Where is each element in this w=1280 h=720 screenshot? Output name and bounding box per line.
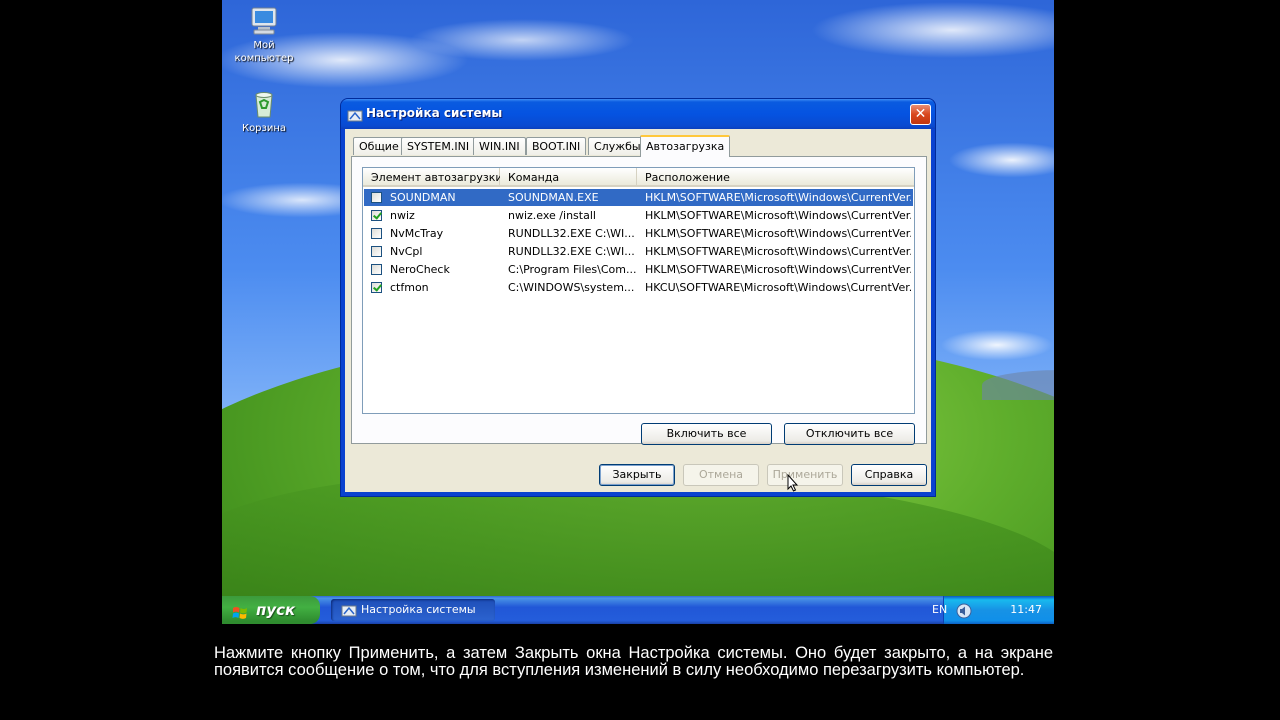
- enable-all-button[interactable]: Включить все: [641, 423, 772, 445]
- tab-win-ini[interactable]: WIN.INI: [473, 137, 526, 155]
- window-title: Настройка системы: [366, 106, 503, 120]
- system-tray: EN 11:47: [932, 596, 1054, 624]
- list-item[interactable]: NeroCheck C:\Program Files\Com... HKLM\S…: [364, 261, 913, 278]
- tab-system-ini[interactable]: SYSTEM.INI: [401, 137, 476, 155]
- tab-general[interactable]: Общие: [353, 137, 405, 155]
- item-command: RUNDLL32.EXE C:\WI...: [508, 227, 635, 240]
- list-item[interactable]: SOUNDMAN SOUNDMAN.EXE HKLM\SOFTWARE\Micr…: [364, 189, 913, 206]
- startup-checkbox[interactable]: [371, 228, 382, 239]
- recycle-bin-icon: [248, 88, 280, 120]
- startup-checkbox[interactable]: [371, 282, 382, 293]
- item-command: RUNDLL32.EXE C:\WI...: [508, 245, 635, 258]
- column-header-startup-item[interactable]: Элемент автозагрузки: [363, 168, 503, 187]
- desktop-icon-recycle-bin[interactable]: Корзина: [224, 88, 304, 135]
- start-label: пуск: [256, 601, 296, 619]
- window-client-area: Общие SYSTEM.INI WIN.INI BOOT.INI Службы…: [345, 129, 931, 492]
- item-name: SOUNDMAN: [390, 191, 456, 204]
- item-location: HKLM\SOFTWARE\Microsoft\Windows\CurrentV…: [645, 245, 911, 258]
- my-computer-icon: [248, 5, 280, 37]
- startup-tab-panel: Элемент автозагрузки Команда Расположени…: [351, 156, 927, 445]
- tab-startup[interactable]: Автозагрузка: [640, 135, 731, 157]
- disable-all-button[interactable]: Отключить все: [784, 423, 915, 445]
- item-location: HKCU\SOFTWARE\Microsoft\Windows\CurrentV…: [645, 281, 911, 294]
- list-item[interactable]: NvMcTray RUNDLL32.EXE C:\WI... HKLM\SOFT…: [364, 225, 913, 242]
- list-item[interactable]: ctfmon C:\WINDOWS\system... HKCU\SOFTWAR…: [364, 279, 913, 296]
- list-item[interactable]: NvCpl RUNDLL32.EXE C:\WI... HKLM\SOFTWAR…: [364, 243, 913, 260]
- column-header-location[interactable]: Расположение: [637, 168, 914, 187]
- instruction-caption: Нажмите кнопку Применить, а затем Закрыт…: [214, 644, 1053, 679]
- tab-boot-ini[interactable]: BOOT.INI: [526, 137, 587, 155]
- startup-items-list[interactable]: Элемент автозагрузки Команда Расположени…: [362, 167, 915, 414]
- startup-checkbox[interactable]: [371, 246, 382, 257]
- startup-checkbox[interactable]: [371, 192, 382, 203]
- item-command: C:\Program Files\Com...: [508, 263, 636, 276]
- taskbar-window-button[interactable]: Настройка системы: [331, 599, 495, 621]
- item-location: HKLM\SOFTWARE\Microsoft\Windows\CurrentV…: [645, 263, 911, 276]
- desktop-icon-label-line1: Мой: [253, 40, 275, 51]
- item-name: NvCpl: [390, 245, 423, 258]
- item-name: ctfmon: [390, 281, 429, 294]
- apply-button[interactable]: Применить: [767, 464, 843, 486]
- cancel-button[interactable]: Отмена: [683, 464, 759, 486]
- system-configuration-window: Настройка системы ✕ Общие SYSTEM.INI WIN…: [341, 99, 935, 496]
- close-button[interactable]: Закрыть: [599, 464, 675, 486]
- list-item[interactable]: nwiz nwiz.exe /install HKLM\SOFTWARE\Mic…: [364, 207, 913, 224]
- item-location: HKLM\SOFTWARE\Microsoft\Windows\CurrentV…: [645, 191, 911, 204]
- volume-icon[interactable]: [956, 602, 972, 619]
- mouse-cursor-icon: [787, 473, 799, 492]
- item-name: NvMcTray: [390, 227, 444, 240]
- desktop-icon-my-computer[interactable]: Мой компьютер: [224, 5, 304, 65]
- item-name: nwiz: [390, 209, 415, 222]
- desktop-icon-label-line2: компьютер: [234, 53, 294, 64]
- item-location: HKLM\SOFTWARE\Microsoft\Windows\CurrentV…: [645, 227, 911, 240]
- item-command: nwiz.exe /install: [508, 209, 596, 222]
- close-icon: ✕: [914, 106, 927, 122]
- taskbar-window-label: Настройка системы: [361, 603, 476, 616]
- clock[interactable]: 11:47: [1010, 596, 1042, 624]
- window-titlebar[interactable]: Настройка системы ✕: [341, 99, 935, 129]
- startup-checkbox[interactable]: [371, 210, 382, 221]
- column-header-command[interactable]: Команда: [500, 168, 637, 187]
- item-name: NeroCheck: [390, 263, 450, 276]
- startup-checkbox[interactable]: [371, 264, 382, 275]
- item-command: SOUNDMAN.EXE: [508, 191, 599, 204]
- tab-services[interactable]: Службы: [588, 137, 647, 155]
- window-close-button[interactable]: ✕: [910, 104, 931, 125]
- desktop-icon-label: Корзина: [241, 123, 287, 134]
- msconfig-app-icon: [341, 602, 357, 618]
- help-button[interactable]: Справка: [851, 464, 927, 486]
- start-button[interactable]: пуск: [222, 596, 320, 624]
- item-location: HKLM\SOFTWARE\Microsoft\Windows\CurrentV…: [645, 209, 911, 222]
- taskbar: пуск Настройка системы EN 11:47: [222, 596, 1054, 624]
- language-indicator[interactable]: EN: [932, 596, 947, 624]
- item-command: C:\WINDOWS\system...: [508, 281, 635, 294]
- windows-flag-icon: [232, 602, 248, 619]
- msconfig-app-icon: [347, 107, 363, 123]
